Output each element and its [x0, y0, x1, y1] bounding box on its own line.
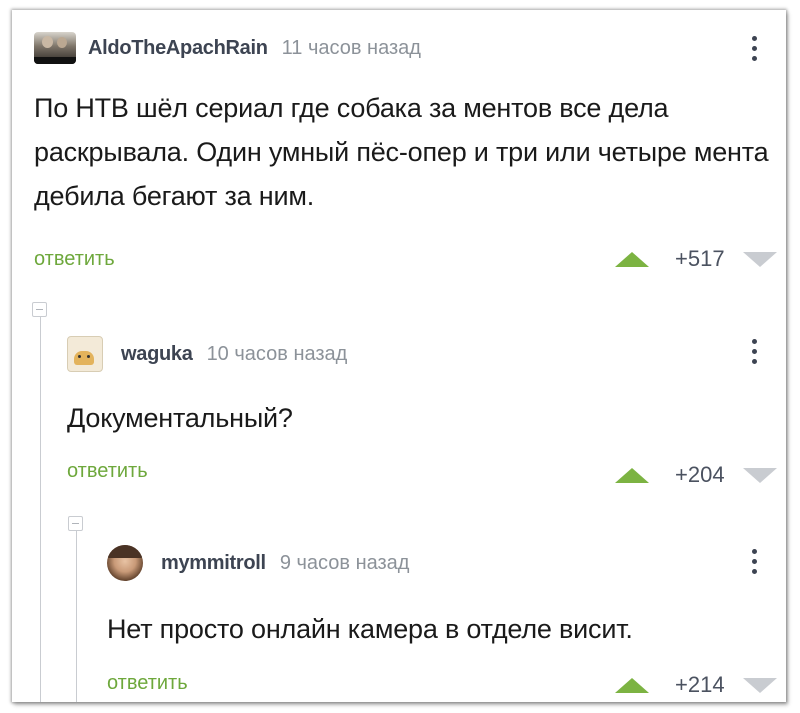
- comment-header: AldoTheApachRain 11 часов назад: [34, 32, 421, 64]
- author-name[interactable]: mymmitroll: [161, 552, 266, 575]
- comment-header: mymmitroll 9 часов назад: [107, 545, 409, 581]
- comment-text: Документальный?: [67, 403, 293, 433]
- upvote-icon[interactable]: [615, 251, 649, 267]
- reply-link[interactable]: ответить: [67, 460, 148, 483]
- comment-time: 11 часов назад: [281, 36, 421, 59]
- avatar[interactable]: [107, 545, 143, 581]
- comment-header: waguka 10 часов назад: [67, 336, 347, 372]
- more-options-icon[interactable]: [751, 549, 757, 574]
- thread-line: [40, 317, 41, 702]
- comment-thread: AldoTheApachRain 11 часов назад По НТВ ш…: [12, 10, 786, 702]
- collapse-thread-button[interactable]: [68, 516, 83, 531]
- more-options-icon[interactable]: [751, 339, 757, 364]
- downvote-icon[interactable]: [742, 251, 777, 267]
- comment-time: 10 часов назад: [206, 342, 348, 365]
- reply-link[interactable]: ответить: [107, 672, 188, 695]
- reply-link[interactable]: ответить: [34, 248, 115, 271]
- score: +204: [675, 462, 725, 487]
- comment-text: Нет просто онлайн камера в отделе висит.: [107, 614, 633, 644]
- author-name[interactable]: AldoTheApachRain: [88, 37, 268, 60]
- collapse-thread-button[interactable]: [32, 302, 47, 317]
- score: +517: [675, 246, 725, 271]
- rating-controls: +204: [615, 462, 777, 488]
- upvote-icon[interactable]: [615, 677, 649, 693]
- thread-line: [76, 531, 77, 702]
- downvote-icon[interactable]: [742, 467, 777, 483]
- comment-time: 9 часов назад: [279, 551, 410, 574]
- avatar[interactable]: [34, 32, 76, 64]
- comment-text: По НТВ шёл сериал где собака за ментов в…: [34, 93, 769, 211]
- avatar[interactable]: [67, 336, 103, 372]
- downvote-icon[interactable]: [742, 677, 777, 693]
- score: +214: [675, 672, 725, 697]
- author-name[interactable]: waguka: [121, 343, 193, 366]
- upvote-icon[interactable]: [615, 467, 649, 483]
- rating-controls: +517: [615, 246, 777, 272]
- rating-controls: +214: [615, 672, 777, 698]
- more-options-icon[interactable]: [751, 36, 757, 61]
